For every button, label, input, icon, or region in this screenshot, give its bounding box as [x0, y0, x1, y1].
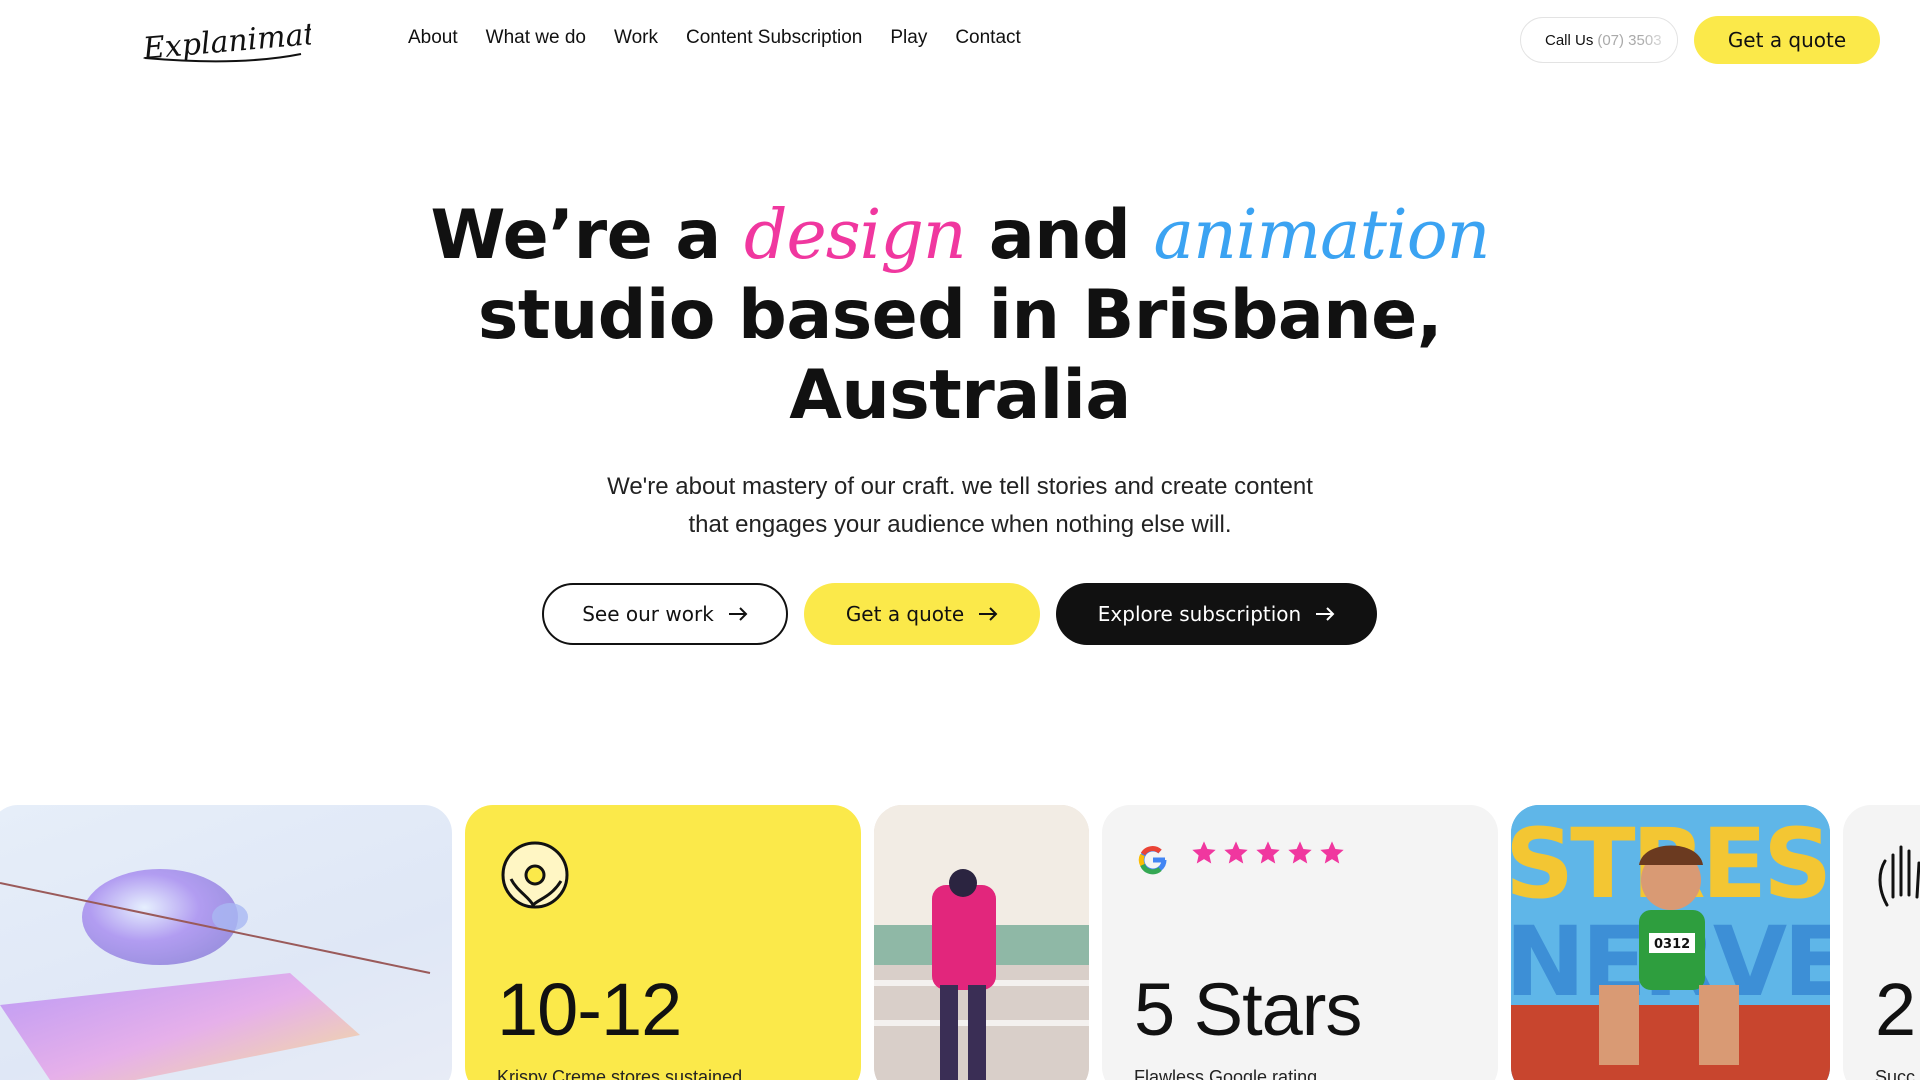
partial-stat-number: 2 [1875, 968, 1916, 1051]
athlete-bib-number: 0312 [1654, 937, 1690, 952]
site-header: Explanimate! About What we do Work Conte… [0, 0, 1920, 80]
hero-subtitle-line1: We're about mastery of our craft. we tel… [607, 473, 1313, 500]
hero-title: We’re a design and animation studio base… [0, 196, 1920, 436]
card-google-rating[interactable]: 5 Stars Flawless Google rating [1102, 805, 1498, 1080]
krispy-stat-caption: Krispy Creme stores sustained [497, 1067, 743, 1080]
hand-icon [1878, 845, 1920, 907]
hero-title-part2: and [965, 196, 1154, 275]
card-3d-render[interactable] [0, 805, 452, 1080]
partial-stat-caption: Succ [1875, 1067, 1916, 1080]
hero-title-line2: studio based in Brisbane, [477, 276, 1443, 355]
athlete-illustration-image: STRESS NERVES 0312 [1511, 805, 1830, 1080]
google-stat-number: 5 Stars [1134, 968, 1362, 1051]
card-traveler-illustration[interactable] [874, 805, 1089, 1080]
star-icon [1320, 841, 1344, 864]
card-krispy-stat[interactable]: 10-12 Krispy Creme stores sustained [465, 805, 861, 1080]
nav-content-subscription[interactable]: Content Subscription [686, 27, 862, 49]
nav-about[interactable]: About [408, 27, 458, 49]
google-stat-caption: Flawless Google rating [1134, 1067, 1318, 1080]
card-athlete-illustration[interactable]: STRESS NERVES 0312 [1511, 805, 1830, 1080]
hero-subtitle: We're about mastery of our craft. we tel… [0, 468, 1920, 544]
traveler-illustration-image [874, 805, 1089, 1080]
logo-wordmark: Explanimate! [141, 14, 347, 67]
hero-subtitle-line2: that engages your audience when nothing … [688, 511, 1232, 538]
logo[interactable]: Explanimate! [141, 14, 347, 70]
call-us-label: Call Us [1545, 31, 1594, 49]
star-icon [1224, 841, 1248, 864]
header-get-quote-button[interactable]: Get a quote [1694, 16, 1880, 64]
see-our-work-label: See our work [582, 602, 714, 626]
krispy-stat-number: 10-12 [497, 968, 682, 1051]
main-nav: About What we do Work Content Subscripti… [408, 27, 1049, 49]
star-icon [1192, 841, 1216, 864]
arrow-right-icon [979, 607, 998, 621]
get-a-quote-button[interactable]: Get a quote [804, 583, 1040, 645]
see-our-work-button[interactable]: See our work [542, 583, 788, 645]
hero-title-design: design [743, 196, 967, 275]
arrow-right-icon [1316, 607, 1335, 621]
nav-contact[interactable]: Contact [955, 27, 1020, 49]
google-icon [1138, 846, 1167, 875]
star-icon [1288, 841, 1312, 864]
card-partial-stat[interactable]: 2 Succ [1843, 805, 1920, 1080]
nav-what-we-do[interactable]: What we do [486, 27, 586, 49]
hero-title-animation: animation [1153, 196, 1491, 275]
get-a-quote-label: Get a quote [845, 602, 965, 626]
nav-work[interactable]: Work [614, 27, 658, 49]
call-us-number: (07) 3503 [1597, 31, 1662, 49]
holographic-render-image [0, 869, 431, 1080]
nav-play[interactable]: Play [890, 27, 927, 49]
call-us-button[interactable]: Call Us (07) 3503 [1520, 17, 1678, 63]
star-icon [1256, 841, 1280, 864]
hero-cta-row: See our work Get a quote Explore subscri… [542, 583, 1377, 645]
explore-subscription-button[interactable]: Explore subscription [1056, 583, 1377, 645]
hero-title-part1: We’re a [430, 196, 744, 275]
explore-subscription-label: Explore subscription [1097, 602, 1302, 626]
hero-title-line3: Australia [789, 356, 1131, 435]
donut-icon [501, 841, 569, 909]
arrow-right-icon [728, 607, 748, 621]
star-rating [1190, 839, 1346, 867]
